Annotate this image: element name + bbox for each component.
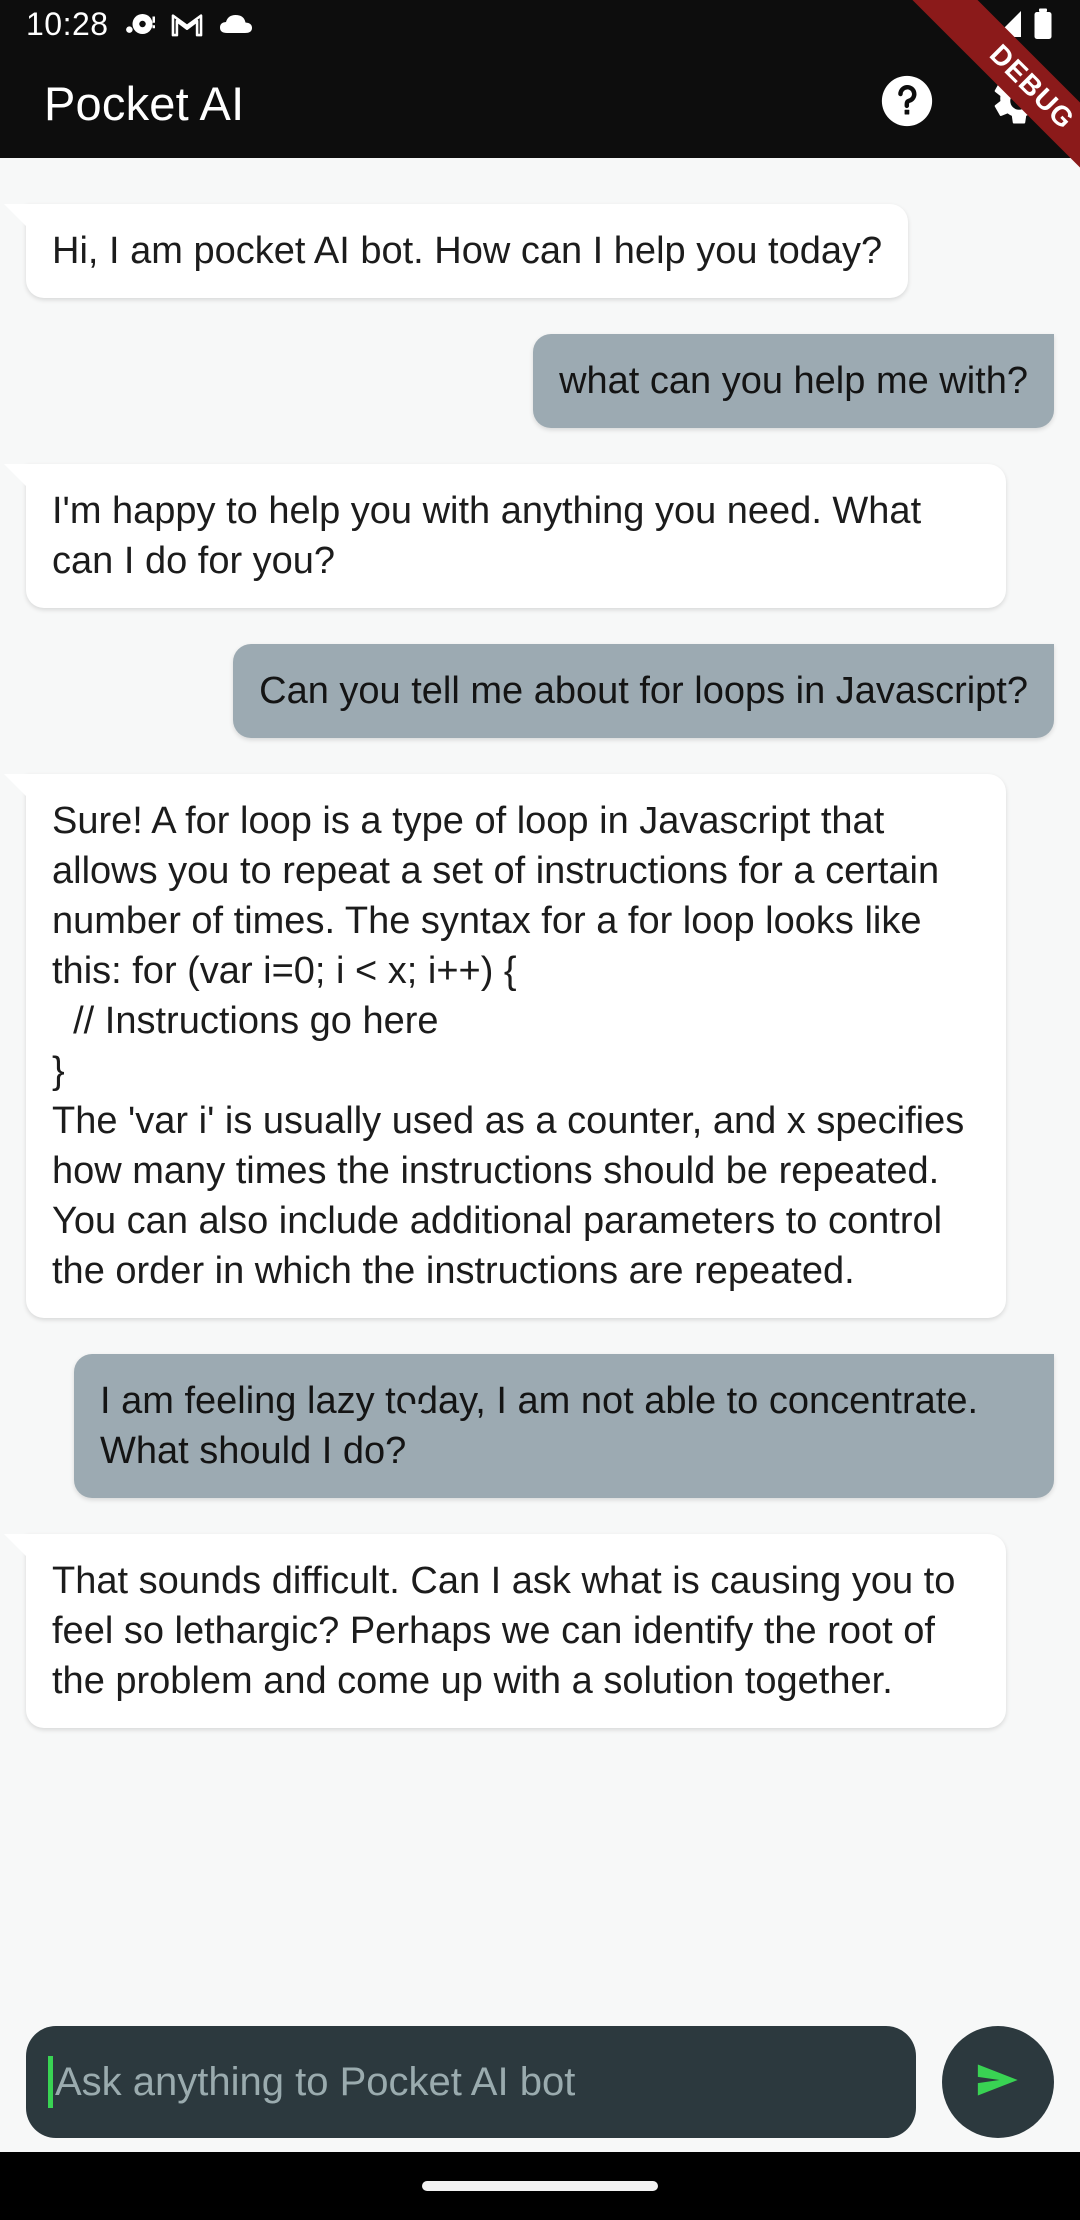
gesture-home-pill[interactable] [422,2181,658,2191]
message-text: I'm happy to help you with anything you … [26,464,1006,608]
settings-button[interactable] [988,72,1050,134]
user-message-bubble[interactable]: I am feeling lazy today, I am not able t… [74,1354,1054,1498]
chat-message-row: That sounds difficult. Can I ask what is… [0,1534,1080,1728]
chat-message-row: I am feeling lazy today, I am not able t… [0,1354,1080,1498]
message-text: That sounds difficult. Can I ask what is… [26,1534,1006,1728]
message-composer: Ask anything to Pocket AI bot [0,2012,1080,2152]
chat-message-row: what can you help me with? [0,334,1080,428]
cloud-icon [219,12,253,36]
wifi-icon [948,10,982,38]
send-icon [967,2049,1029,2116]
text-caret [48,2056,53,2108]
status-bar-left-group: 10:28 [26,6,253,43]
bot-message-bubble[interactable]: That sounds difficult. Can I ask what is… [26,1534,1006,1728]
chat-message-row: Sure! A for loop is a type of loop in Ja… [0,774,1080,1318]
chat-message-row: Can you tell me about for loops in Javas… [0,644,1080,738]
app-bar-actions [876,72,1050,134]
message-text: I am feeling lazy today, I am not able t… [74,1354,1054,1498]
message-input[interactable]: Ask anything to Pocket AI bot [26,2026,916,2138]
status-bar-right-group [948,8,1054,40]
status-bar-clock: 10:28 [26,5,109,42]
send-button[interactable] [942,2026,1054,2138]
chat-message-list[interactable]: Hi, I am pocket AI bot. How can I help y… [0,158,1080,2012]
help-circle-icon [878,72,936,135]
message-text: Can you tell me about for loops in Javas… [233,644,1054,738]
user-message-bubble[interactable]: Can you tell me about for loops in Javas… [233,644,1054,738]
notification-dot-icon [125,9,155,39]
bot-message-bubble[interactable]: Sure! A for loop is a type of loop in Ja… [26,774,1006,1318]
user-message-bubble[interactable]: what can you help me with? [533,334,1054,428]
help-button[interactable] [876,72,938,134]
system-navigation-bar [0,2152,1080,2220]
status-bar: 10:28 [0,0,1080,48]
gear-icon [989,71,1049,136]
gmail-icon [171,11,203,37]
app-bar: Pocket AI [0,48,1080,158]
page-title: Pocket AI [44,76,245,130]
chat-message-row: Hi, I am pocket AI bot. How can I help y… [0,204,1080,298]
chat-message-row: I'm happy to help you with anything you … [0,464,1080,608]
battery-icon [1032,8,1054,40]
message-text: Hi, I am pocket AI bot. How can I help y… [26,204,909,298]
cellular-signal-icon [991,10,1023,38]
app-screen: 10:28 Pocket AI DEBUG Hi, I am pocket AI… [0,0,1080,2220]
message-text: Sure! A for loop is a type of loop in Ja… [26,774,1006,1318]
bot-message-bubble[interactable]: Hi, I am pocket AI bot. How can I help y… [26,204,909,298]
message-text: what can you help me with? [533,334,1054,428]
message-input-placeholder: Ask anything to Pocket AI bot [55,2060,576,2104]
bot-message-bubble[interactable]: I'm happy to help you with anything you … [26,464,1006,608]
